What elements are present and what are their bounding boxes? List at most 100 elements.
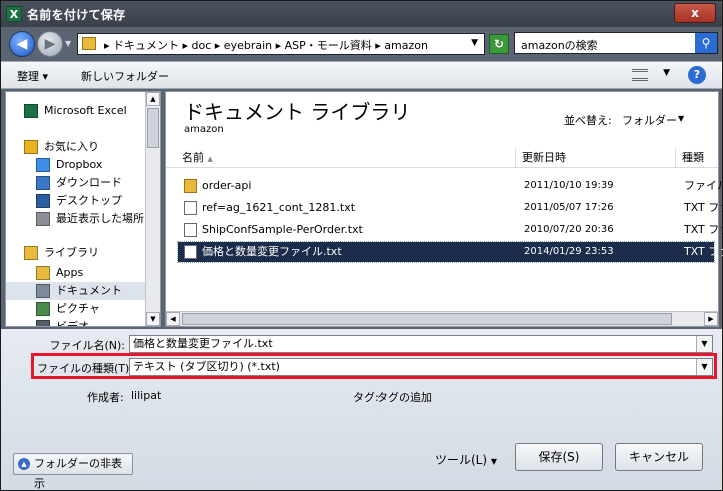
author-field[interactable]: lilipat bbox=[131, 389, 161, 402]
library-title: ドキュメント ライブラリ bbox=[184, 100, 411, 124]
file-row[interactable]: ref=ag_1621_cont_1281.txt 2011/05/07 17:2… bbox=[178, 198, 723, 218]
help-icon[interactable]: ? bbox=[688, 66, 706, 84]
chevron-down-icon[interactable]: ▼ bbox=[678, 114, 684, 123]
chevron-down-icon[interactable]: ▼ bbox=[471, 38, 478, 48]
file-name: order-api bbox=[202, 179, 252, 192]
column-header-type[interactable]: 種類 bbox=[676, 148, 723, 168]
scroll-down-icon[interactable]: ▼ bbox=[146, 312, 160, 326]
folder-icon bbox=[82, 37, 96, 50]
sidebar-item-label: ライブラリ bbox=[44, 246, 99, 259]
chevron-up-icon: ▲ bbox=[18, 458, 30, 470]
file-row[interactable]: ShipConfSample-PerOrder.txt 2010/07/20 20… bbox=[178, 220, 723, 240]
hide-folders-label: フォルダーの非表示 bbox=[34, 457, 122, 490]
sidebar-scrollbar[interactable]: ▲ ▼ bbox=[145, 92, 160, 326]
library-icon bbox=[24, 246, 38, 260]
filename-field[interactable]: 価格と数量変更ファイル.txt ▼ bbox=[129, 335, 713, 353]
organize-menu[interactable]: 整理 ▾ bbox=[17, 68, 48, 84]
chevron-down-icon[interactable]: ▼ bbox=[65, 39, 71, 48]
sidebar-item[interactable]: 最近表示した場所 bbox=[6, 210, 146, 228]
new-folder-button[interactable]: 新しいフォルダー bbox=[81, 68, 169, 84]
sidebar-item[interactable]: ドキュメント bbox=[6, 282, 146, 300]
sidebar-item-label: お気に入り bbox=[44, 140, 99, 153]
sidebar-item-label: デスクトップ bbox=[56, 194, 122, 207]
sidebar-item-label: Apps bbox=[56, 266, 84, 279]
download-folder-icon bbox=[36, 176, 50, 190]
sidebar-item[interactable]: ピクチャ bbox=[6, 300, 146, 318]
videos-icon bbox=[36, 320, 50, 326]
tools-menu[interactable]: ツール(L) ▼ bbox=[435, 451, 497, 468]
column-header-date[interactable]: 更新日時 bbox=[516, 148, 676, 168]
save-as-dialog: X 名前を付けて保存 x ◀ ▶ ▼ ▸ ドキュメント ▸ doc ▸ eyeb… bbox=[0, 0, 723, 491]
sidebar-item-label: ドキュメント bbox=[56, 284, 122, 297]
horizontal-scrollbar[interactable]: ◀ ▶ bbox=[166, 311, 718, 326]
close-button[interactable]: x bbox=[674, 3, 716, 23]
star-icon bbox=[24, 140, 38, 154]
filename-label: ファイル名(N): bbox=[49, 339, 125, 352]
file-type: TXT ファ bbox=[684, 245, 723, 258]
sidebar-item[interactable]: ライブラリ bbox=[6, 244, 146, 262]
chevron-down-icon[interactable]: ▼ bbox=[696, 336, 712, 352]
file-date: 2011/05/07 17:26 bbox=[524, 202, 614, 213]
file-row[interactable]: order-api 2011/10/10 19:39 ファイル bbox=[178, 176, 723, 196]
scroll-thumb[interactable] bbox=[182, 313, 672, 325]
file-name: ref=ag_1621_cont_1281.txt bbox=[202, 201, 356, 214]
chevron-down-icon[interactable]: ▼ bbox=[696, 359, 712, 375]
sidebar-item[interactable]: Dropbox bbox=[6, 156, 146, 174]
search-icon[interactable]: ⚲ bbox=[695, 33, 717, 53]
arrange-dropdown[interactable]: フォルダー bbox=[622, 112, 677, 128]
sidebar-item-label: ピクチャ bbox=[56, 302, 100, 315]
sidebar-item-label: Dropbox bbox=[56, 158, 103, 171]
text-file-icon bbox=[184, 201, 197, 215]
tags-label: タグ: bbox=[353, 391, 379, 404]
toolbar: 整理 ▾ 新しいフォルダー ▼ ? bbox=[1, 61, 722, 89]
column-header-name[interactable]: 名前 ▲ bbox=[176, 148, 516, 168]
dropbox-icon bbox=[36, 158, 50, 172]
view-options-icon[interactable] bbox=[632, 69, 648, 81]
text-file-icon bbox=[184, 223, 197, 237]
file-name: ShipConfSample-PerOrder.txt bbox=[202, 223, 363, 236]
scroll-left-icon[interactable]: ◀ bbox=[166, 312, 180, 326]
folder-icon bbox=[36, 266, 50, 280]
sidebar-item[interactable]: デスクトップ bbox=[6, 192, 146, 210]
scroll-thumb[interactable] bbox=[147, 108, 159, 148]
sidebar-item-label: Microsoft Excel bbox=[44, 104, 127, 117]
author-label: 作成者: bbox=[87, 391, 124, 404]
sidebar-item[interactable]: お気に入り bbox=[6, 138, 146, 156]
excel-icon bbox=[24, 104, 38, 118]
scroll-right-icon[interactable]: ▶ bbox=[704, 312, 718, 326]
breadcrumb[interactable]: ▸ ドキュメント ▸ doc ▸ eyebrain ▸ ASP・モール資料 ▸ … bbox=[104, 37, 428, 53]
sidebar-item[interactable]: Apps bbox=[6, 264, 146, 282]
file-type: TXT ファ bbox=[684, 201, 723, 214]
save-button[interactable]: 保存(S) bbox=[515, 443, 603, 471]
forward-arrow-icon[interactable]: ▶ bbox=[37, 31, 63, 57]
sidebar-item[interactable]: ビデオ bbox=[6, 318, 146, 326]
sidebar-item-label: ダウンロード bbox=[56, 176, 122, 189]
chevron-down-icon: ▼ bbox=[490, 457, 498, 466]
filename-value: 価格と数量変更ファイル.txt bbox=[133, 337, 273, 350]
search-input[interactable]: amazonの検索 ⚲ bbox=[514, 32, 718, 54]
sidebar-item[interactable]: ダウンロード bbox=[6, 174, 146, 192]
file-type: TXT ファ bbox=[684, 223, 723, 236]
sidebar-item[interactable]: Microsoft Excel bbox=[6, 102, 146, 120]
chevron-down-icon[interactable]: ▼ bbox=[663, 68, 670, 78]
sidebar-item-label: 最近表示した場所 bbox=[56, 212, 144, 225]
file-date: 2010/07/20 20:36 bbox=[524, 224, 614, 235]
window-title: 名前を付けて保存 bbox=[27, 8, 126, 22]
back-arrow-icon[interactable]: ◀ bbox=[9, 31, 35, 57]
desktop-icon bbox=[36, 194, 50, 208]
title-bar: X 名前を付けて保存 x bbox=[1, 1, 722, 27]
cancel-button[interactable]: キャンセル bbox=[615, 443, 703, 471]
folder-icon bbox=[184, 179, 197, 193]
address-bar[interactable]: ▸ ドキュメント ▸ doc ▸ eyebrain ▸ ASP・モール資料 ▸ … bbox=[77, 33, 485, 55]
scroll-up-icon[interactable]: ▲ bbox=[146, 92, 160, 106]
column-header-row: 名前 ▲ 更新日時 種類 bbox=[166, 148, 718, 168]
documents-icon bbox=[36, 284, 50, 298]
tags-field[interactable]: タグの追加 bbox=[377, 389, 432, 405]
file-type: ファイル bbox=[684, 179, 723, 192]
file-list-pane: ドキュメント ライブラリ amazon 並べ替え: フォルダー ▼ 名前 ▲ 更… bbox=[165, 91, 723, 327]
hide-folders-button[interactable]: ▲ フォルダーの非表示 bbox=[13, 453, 133, 490]
filetype-select[interactable]: テキスト (タブ区切り) (*.txt) ▼ bbox=[129, 358, 713, 376]
refresh-icon[interactable]: ↻ bbox=[489, 34, 509, 54]
filetype-value: テキスト (タブ区切り) (*.txt) bbox=[133, 360, 280, 373]
file-row[interactable]: 価格と数量変更ファイル.txt 2014/01/29 23:53 TXT ファ bbox=[177, 241, 723, 263]
